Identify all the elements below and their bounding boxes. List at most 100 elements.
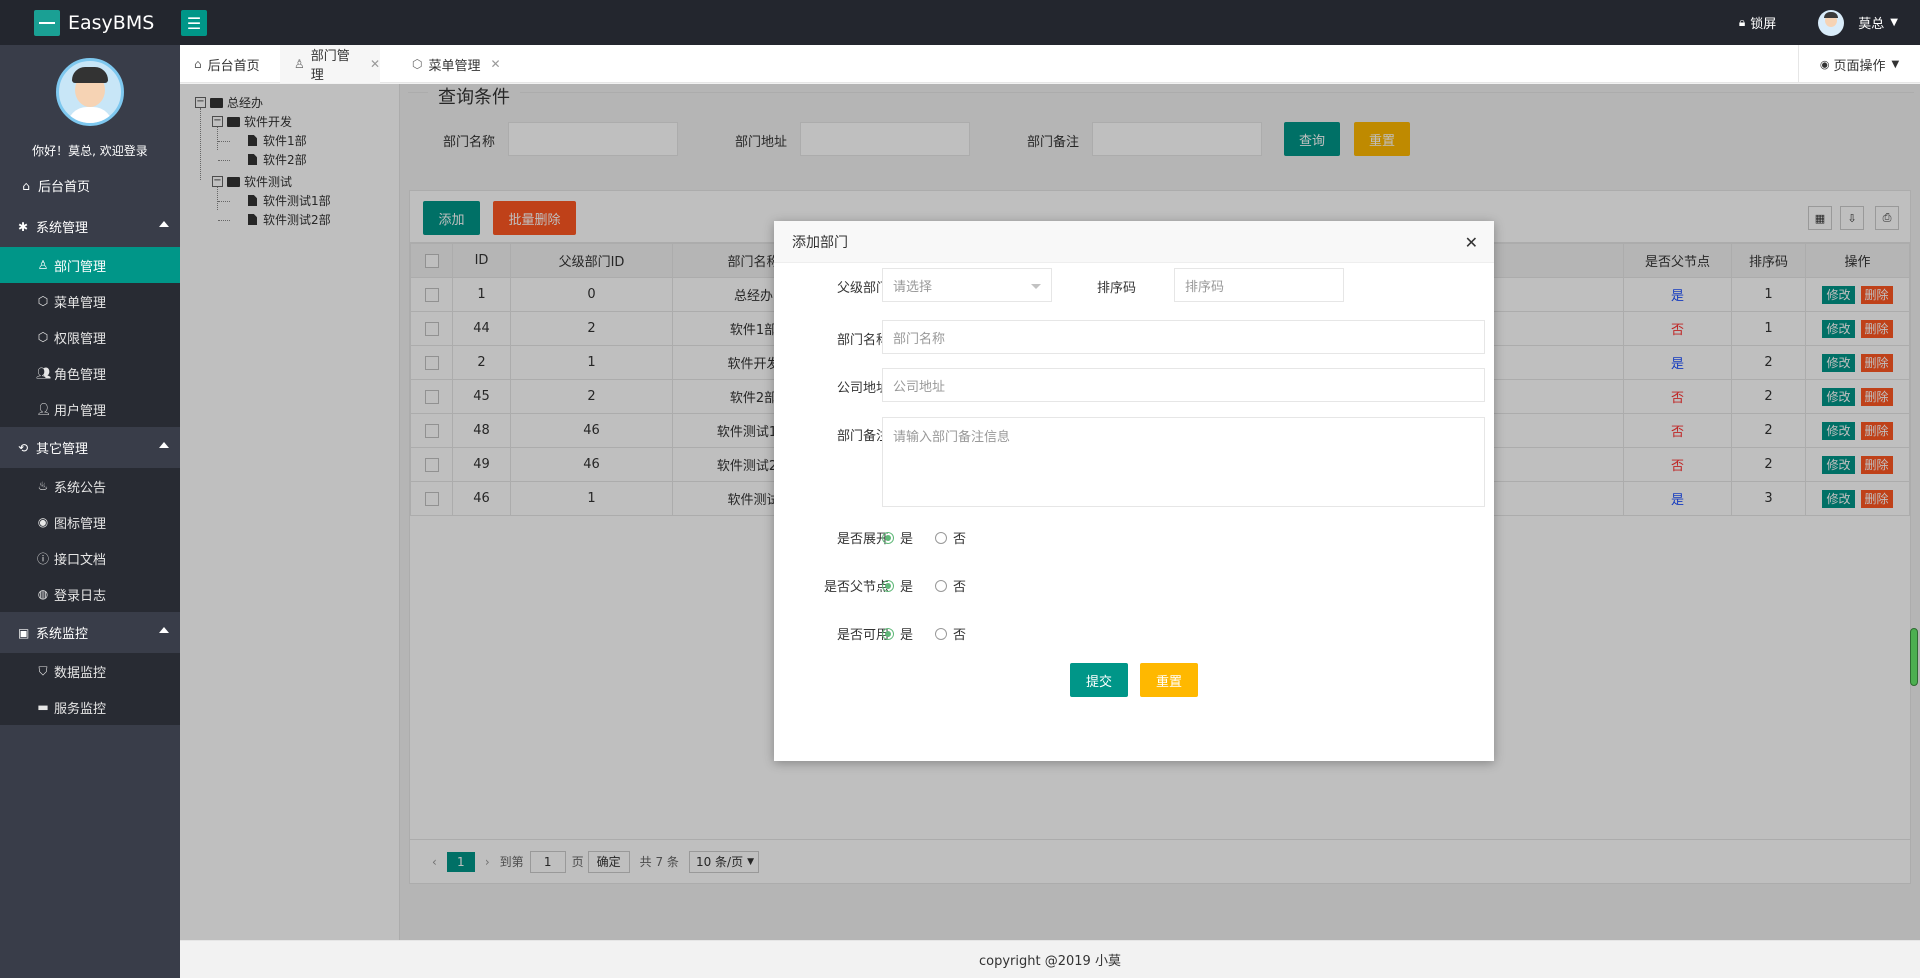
sidebar-item-permission[interactable]: ⬡ 权限管理 [0,319,180,355]
hamburger-icon: ☰ [186,13,202,33]
available-no-radio[interactable]: 否 [935,624,966,643]
department-remark-textarea[interactable]: 请输入部门备注信息 [882,417,1485,507]
scrollbar-thumb[interactable] [1910,628,1918,686]
sidebar-item-icons[interactable]: ◉ 图标管理 [0,504,180,540]
lock-label: 锁屏 [1750,17,1777,32]
sidebar-item-menu[interactable]: ⬡ 菜单管理 [0,283,180,319]
tab-menu[interactable]: ⬡ 菜单管理 ✕ [412,45,501,83]
isparent-label: 是否父节点 [823,580,889,595]
tab-bar: ⌂ 后台首页 ♙ 部门管理 ✕ ⬡ 菜单管理 ✕ ◉ 页面操作 ▼ [180,45,1920,83]
remark-label: 部门备注 [836,429,889,444]
available-radio-group: 是 否 [882,624,988,643]
sidebar-item-service-monitor[interactable]: ▬ 服务监控 [0,689,180,725]
radio-unchecked-icon [935,627,948,640]
tab-department[interactable]: ♙ 部门管理 ✕ [280,45,380,83]
fire-icon: ♨ [37,479,49,493]
lock-icon: 🔒︎ [1738,15,1746,29]
sidebar-item-label: 权限管理 [54,331,107,347]
server-icon: ▬ [37,700,49,714]
radio-label: 是 [900,580,914,595]
sidebar: 你好！莫总, 欢迎登录 ⌂ 后台首页 ✱ 系统管理 ♙ 部门管理 ⬡ 菜单管理 … [0,45,180,978]
company-address-input[interactable]: 公司地址 [882,368,1485,402]
tab-label: 后台首页 [207,58,260,74]
sidebar-item-home[interactable]: ⌂ 后台首页 [0,165,180,206]
sidebar-group-label: 其它管理 [36,442,89,457]
chevron-up-icon [159,627,169,633]
parent-department-select[interactable]: 请选择 [882,268,1052,302]
sidebar-group-other[interactable]: ⟲ 其它管理 [0,427,180,468]
sidebar-item-label: 角色管理 [54,367,107,383]
parent-label: 父级部门 [836,281,889,296]
info-icon: ⓘ [36,551,49,566]
home-icon: ⌂ [22,178,30,193]
compass-icon: ◉ [37,515,49,529]
submit-button[interactable]: 提交 [1070,663,1128,697]
shield-icon: ⛉ [38,663,48,678]
sidebar-item-label: 服务监控 [54,701,107,717]
user-icon: ♙ [37,258,49,272]
radio-label: 是 [900,532,914,547]
available-yes-radio[interactable]: 是 [882,624,913,643]
isparent-no-radio[interactable]: 否 [935,576,966,595]
sidebar-item-api-docs[interactable]: ⓘ 接口文档 [0,540,180,576]
radio-checked-icon [882,627,894,640]
sort-label: 排序码 [1096,281,1136,296]
tab-label: 菜单管理 [428,58,481,74]
expand-no-radio[interactable]: 否 [935,528,966,547]
name-label: 部门名称 [836,333,889,348]
expand-yes-radio[interactable]: 是 [882,528,913,547]
lock-screen-button[interactable]: 🔒︎ 锁屏 [1739,13,1776,32]
sidebar-item-label: 部门管理 [54,259,107,275]
top-header: EasyBMS ☰ 🔒︎ 锁屏 莫总 ▼ [0,0,1920,45]
dialog-title: 添加部门 [774,221,1494,263]
user-icon: ♙ [294,57,305,71]
radio-label: 否 [953,532,967,547]
cube-icon: ⬡ [412,57,423,71]
radio-unchecked-icon [935,579,948,592]
circle-arrow-icon: ⟲ [18,440,29,455]
close-icon[interactable]: ✕ [491,57,501,71]
sort-code-input[interactable]: 排序码 [1174,268,1344,302]
cube-icon: ⬡ [37,294,49,308]
menu-toggle-button[interactable]: ☰ [181,10,207,36]
available-label: 是否可用 [836,628,889,643]
close-icon[interactable]: ✕ [370,57,380,71]
isparent-radio-group: 是 否 [882,576,988,595]
sidebar-item-label: 用户管理 [54,403,107,419]
home-icon: ⌂ [194,57,202,71]
sidebar-item-data-monitor[interactable]: ⛉ 数据监控 [0,653,180,689]
sidebar-item-login-log[interactable]: ◍ 登录日志 [0,576,180,612]
app-title: EasyBMS [68,12,155,34]
cube-icon: ⬡ [37,330,49,344]
user-menu[interactable]: 莫总 ▼ [1818,9,1898,36]
log-icon: ◍ [37,587,49,601]
close-icon[interactable]: ✕ [1465,233,1478,252]
app-logo[interactable]: EasyBMS [34,10,154,36]
dialog-reset-button[interactable]: 重置 [1140,663,1198,697]
department-name-input[interactable]: 部门名称 [882,320,1485,354]
isparent-yes-radio[interactable]: 是 [882,576,913,595]
sidebar-item-department[interactable]: ♙ 部门管理 [0,247,180,283]
gear-icon: ✱ [18,219,29,234]
page-operations-menu[interactable]: ◉ 页面操作 ▼ [1798,45,1920,83]
radio-unchecked-icon [935,531,948,544]
chevron-up-icon [159,221,169,227]
sidebar-group-monitor[interactable]: ▣ 系统监控 [0,612,180,653]
sidebar-item-label: 菜单管理 [54,295,107,311]
radio-checked-icon [882,579,894,592]
avatar [56,58,124,126]
sidebar-item-notice[interactable]: ♨ 系统公告 [0,468,180,504]
user-name: 莫总 [1858,17,1885,32]
monitor-icon: ▣ [18,625,30,640]
radio-label: 否 [953,628,967,643]
sidebar-item-user[interactable]: 👤︎ 用户管理 [0,391,180,427]
welcome-text: 你好！莫总, 欢迎登录 [32,144,148,158]
tab-home[interactable]: ⌂ 后台首页 [194,45,290,83]
sidebar-item-label: 接口文档 [54,552,107,568]
sidebar-item-label: 登录日志 [54,588,107,604]
sidebar-item-label: 数据监控 [54,665,107,681]
sidebar-group-system[interactable]: ✱ 系统管理 [0,206,180,247]
sidebar-item-role[interactable]: 👥︎ 角色管理 [0,355,180,391]
tab-label: 部门管理 [310,49,350,83]
expand-radio-group: 是 否 [882,528,988,547]
